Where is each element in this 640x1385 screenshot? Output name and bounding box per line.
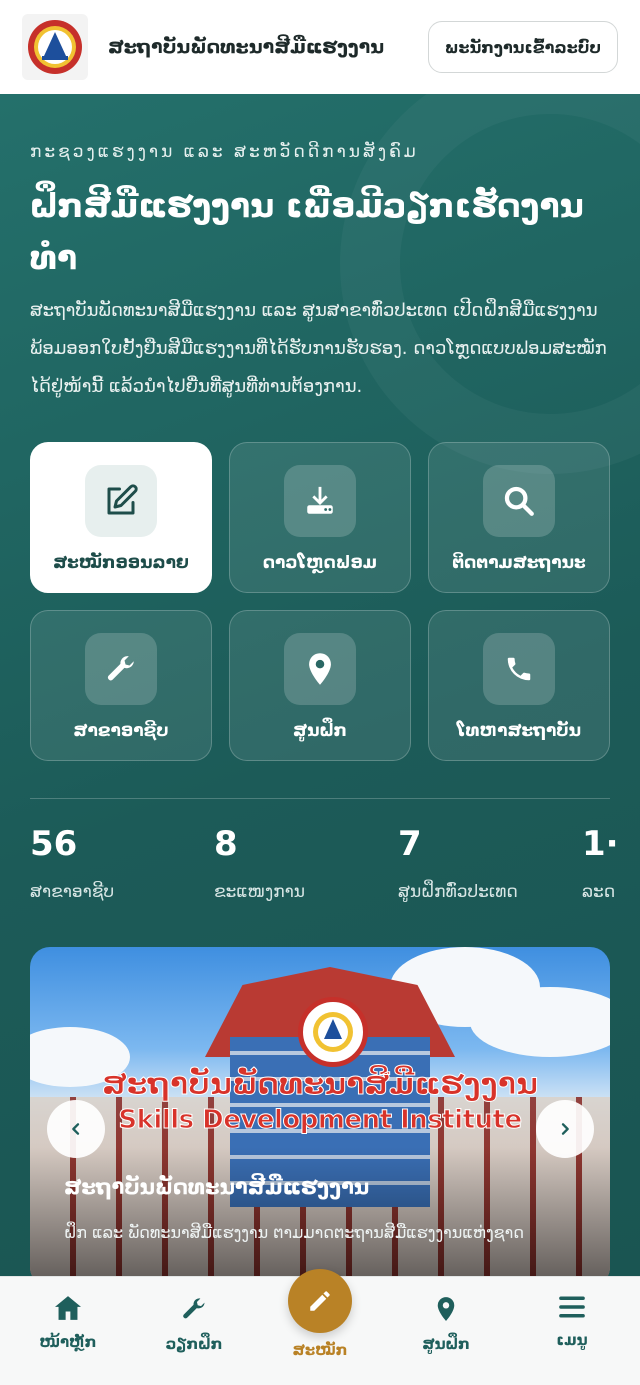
stat-value: 7 <box>398 824 422 864</box>
banner-shade <box>30 1147 610 1276</box>
location-pin-icon <box>437 1297 455 1321</box>
stat-centers: 7 ສູນຝຶກທົ່ວປະເທດ <box>398 820 518 902</box>
action-label: ດາວໂຫຼດຟອມ <box>262 553 378 573</box>
stats-strip[interactable]: 56 ສາຂາອາຊີບ 8 ຂະແໜງການ 7 ສູນຝຶກທົ່ວປະເທ… <box>30 820 640 910</box>
stat-value: 8 <box>214 824 238 864</box>
action-label: ຕິດຕາມສະຖານະ <box>452 553 586 573</box>
banner-title: ສະຖາບັນພັດທະນາສີມືແຮງງານ <box>64 1175 370 1199</box>
stat-label: ສູນຝຶກທົ່ວປະເທດ <box>398 882 518 902</box>
menu-icon <box>559 1296 585 1318</box>
cloud-shape <box>470 987 610 1057</box>
banner-subtitle: ຝຶກ ແລະ ພັດທະນາສີມືແຮງງານ ຕາມມາດຕະຖານສີມ… <box>64 1223 524 1242</box>
action-label: ສະໝັກອອນລາຍ <box>53 553 189 573</box>
top-header: ສະຖາບັນພັດທະນາສີມືແຮງງານ ພະນັກງານເຂົ້າລະ… <box>0 0 640 94</box>
action-label: ສູນຝຶກ <box>293 721 347 741</box>
stat-value: 56 <box>30 824 78 864</box>
site-title: ສະຖາບັນພັດທະນາສີມືແຮງງານ <box>108 36 385 58</box>
action-apply-online[interactable]: ສະໝັກອອນລາຍ <box>30 442 212 593</box>
stat-value: 1· <box>582 824 619 864</box>
action-label: ໂທຫາສະຖາບັນ <box>456 721 582 741</box>
action-training-centers[interactable]: ສູນຝຶກ <box>229 610 411 761</box>
wrench-icon <box>183 1298 205 1319</box>
institute-logo-icon[interactable] <box>22 14 88 80</box>
bottom-navigation: ໜ້າຫຼັກ ວຽກຝຶກ ສະໝັກ ສູນຝຶກ ເມນູ <box>0 1269 640 1385</box>
action-call-institute[interactable]: ໂທຫາສະຖາບັນ <box>428 610 610 761</box>
building-sign-lao: ສະຖາບັນພັດທະນາສີມືແຮງງານ <box>101 1067 539 1103</box>
edit-icon <box>310 1291 330 1311</box>
hero-section: ກະຊວງແຮງງານ ແລະ ສະຫວັດດີການສັງຄົມ ຝຶກສີມ… <box>0 94 640 1276</box>
nav-label: ໜ້າຫຼັກ <box>39 1333 97 1351</box>
nav-menu[interactable]: ເມນູ <box>512 1295 632 1349</box>
nav-apply-label[interactable]: ສະໝັກ <box>260 1341 380 1359</box>
action-occupations[interactable]: ສາຂາອາຊີບ <box>30 610 212 761</box>
stat-label: ສາຂາອາຊີບ <box>30 882 115 902</box>
home-icon <box>55 1296 81 1320</box>
hero-banner-carousel[interactable]: ສະຖາບັນພັດທະນາສີມືແຮງງານ Skills Developm… <box>30 947 610 1276</box>
carousel-next-button[interactable] <box>536 1100 594 1158</box>
hero-intro: ສະຖາບັນພັດທະນາສີມືແຮງງານ ແລະ ສູນສາຂາທົ່ວ… <box>30 300 607 397</box>
carousel-prev-button[interactable] <box>47 1100 105 1158</box>
edit-icon <box>85 465 157 537</box>
institute-seal-icon <box>298 997 368 1067</box>
hero-headline: ຝຶກສີມືແຮງງານ ເພື່ອມີວຽກເຮັດງານທຳ <box>30 186 584 277</box>
stat-sectors: 8 ຂະແໜງການ <box>214 820 305 902</box>
action-download-form[interactable]: ດາວໂຫຼດຟອມ <box>229 442 411 593</box>
staff-login-button[interactable]: ພະນັກງານເຂົ້າລະບົບ <box>427 21 618 73</box>
chevron-right-icon <box>561 1123 569 1135</box>
action-track-status[interactable]: ຕິດຕາມສະຖານະ <box>428 442 610 593</box>
download-icon <box>284 465 356 537</box>
wrench-icon <box>85 633 157 705</box>
nav-training-jobs[interactable]: ວຽກຝຶກ <box>134 1295 254 1353</box>
search-icon <box>483 465 555 537</box>
section-divider <box>30 798 610 799</box>
stat-label: ລະດ <box>582 882 616 902</box>
quick-actions-grid: ສະໝັກອອນລາຍ ດາວໂຫຼດຟອມ ຕິດຕາມສະຖານະ ສາຂາ… <box>30 442 610 761</box>
nav-apply-fab[interactable] <box>288 1269 352 1333</box>
building-sign-english: Skills Development Institute <box>118 1105 523 1136</box>
nav-label: ເມນູ <box>556 1331 588 1349</box>
phone-icon <box>483 633 555 705</box>
stat-label: ຂະແໜງການ <box>214 882 305 902</box>
nav-label: ວຽກຝຶກ <box>165 1335 223 1353</box>
location-pin-icon <box>284 633 356 705</box>
chevron-left-icon <box>72 1123 80 1135</box>
nav-label: ສູນຝຶກ <box>422 1335 470 1353</box>
action-label: ສາຂາອາຊີບ <box>73 721 169 741</box>
nav-home[interactable]: ໜ້າຫຼັກ <box>8 1295 128 1351</box>
nav-training-centers[interactable]: ສູນຝຶກ <box>386 1295 506 1353</box>
stat-levels: 1· ລະດ <box>582 820 619 902</box>
stat-occupations: 56 ສາຂາອາຊີບ <box>30 820 114 902</box>
ministry-eyebrow: ກະຊວງແຮງງານ ແລະ ສະຫວັດດີການສັງຄົມ <box>30 142 419 162</box>
